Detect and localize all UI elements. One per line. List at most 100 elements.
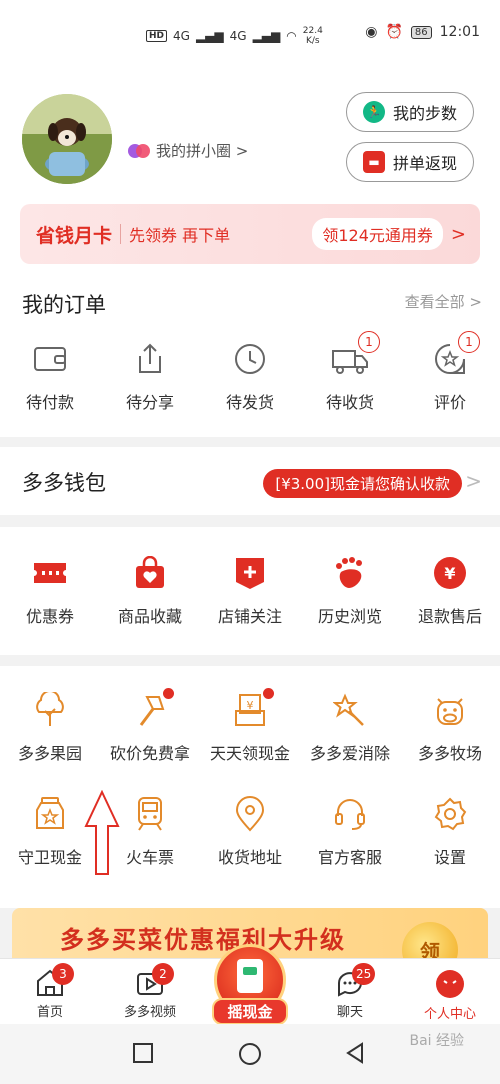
signal-2: 4G — [229, 29, 247, 43]
tab-videos[interactable]: 2 多多视频 — [100, 959, 200, 1024]
view-all-link[interactable]: 查看全部 > — [405, 291, 482, 312]
order-pending-share[interactable]: 待分享 — [100, 339, 200, 413]
wallet-card[interactable]: 多多钱包 [¥3.00]现金请您确认收款 > — [0, 447, 500, 515]
wallet-title: 多多钱包 — [22, 471, 106, 495]
saving-card-subtitle: 先领券 再下单 — [129, 226, 231, 245]
my-steps-button[interactable]: 🏃 我的步数 — [346, 92, 474, 132]
coupon-button[interactable]: 领124元通用券 — [312, 218, 443, 250]
notification-dot — [263, 688, 274, 699]
chevron-right-icon: > — [450, 223, 466, 245]
headset-icon — [330, 794, 370, 834]
tool-bargain[interactable]: 砍价免费拿 — [100, 688, 200, 764]
order-label: 评价 — [433, 393, 466, 412]
wallet-icon — [30, 339, 70, 379]
alarm-icon: ⏰ — [385, 24, 403, 40]
steps-label: 我的步数 — [392, 104, 457, 123]
watermark: Bai 经验 — [409, 1033, 464, 1049]
order-review[interactable]: 1 评价 — [400, 331, 500, 413]
notification-dot — [163, 688, 174, 699]
service-history[interactable]: 历史浏览 — [300, 553, 400, 627]
status-bar: HD 4G ▂▄▆ 4G ▂▄▆ ◠ 22.4 K/s ◉ ⏰ 86 12:01 — [0, 0, 500, 72]
order-pending-ship[interactable]: 待发货 — [200, 339, 300, 413]
status-right: ◉ ⏰ 86 12:01 — [365, 24, 480, 40]
service-label: 优惠券 — [25, 607, 74, 626]
order-label: 待付款 — [25, 393, 74, 412]
cashback-label: 拼单返现 — [392, 154, 457, 173]
tool-match-game[interactable]: 多多爱消除 — [300, 690, 400, 764]
tool-label: 砍价免费拿 — [109, 744, 190, 763]
eye-icon: ◉ — [365, 24, 378, 40]
tab-badge: 2 — [152, 963, 174, 985]
shake-cash-label: 摇现金 — [212, 998, 288, 1025]
gear-icon — [430, 794, 470, 834]
services-row: 优惠券 商品收藏 店铺关注 历史浏览 ¥ 退款售后 — [0, 553, 500, 627]
back-icon[interactable] — [344, 1042, 366, 1064]
tab-profile[interactable]: 个人中心 — [400, 959, 500, 1024]
tool-label: 守卫现金 — [17, 848, 82, 867]
cash-icon: ¥ — [230, 688, 274, 730]
tab-chat[interactable]: 25 聊天 — [300, 959, 400, 1024]
order-pending-receive[interactable]: 1 待收货 — [300, 331, 400, 413]
tool-ranch[interactable]: 多多牧场 — [400, 690, 500, 764]
hd-indicator: HD — [146, 30, 168, 42]
tool-support[interactable]: 官方客服 — [300, 794, 400, 868]
tab-label: 首页 — [36, 1005, 63, 1020]
service-label: 历史浏览 — [317, 607, 382, 626]
tools-row-2: 守卫现金 火车票 收货地址 官方客服 设置 — [0, 794, 500, 868]
tab-badge: 25 — [352, 963, 376, 985]
share-icon — [130, 339, 170, 379]
status-left: HD 4G ▂▄▆ 4G ▂▄▆ ◠ 22.4 K/s — [146, 26, 323, 46]
jar-icon — [30, 794, 70, 834]
orders-card: 我的订单 查看全部 > 待付款 待分享 待发货 1 待收货 1 评价 — [0, 267, 500, 437]
cashback-button[interactable]: ▬ 拼单返现 — [346, 142, 474, 182]
service-coupon[interactable]: 优惠券 — [0, 553, 100, 627]
tab-label: 多多视频 — [123, 1005, 176, 1020]
net-speed: 22.4 K/s — [302, 26, 323, 46]
order-label: 待发货 — [225, 393, 274, 412]
order-status-row: 待付款 待分享 待发货 1 待收货 1 评价 — [0, 331, 500, 413]
home-button-icon[interactable] — [238, 1042, 262, 1066]
tool-address[interactable]: 收货地址 — [200, 794, 300, 868]
profile-header: 我的拼小圈 > 🏃 我的步数 ▬ 拼单返现 省钱月卡 先领券 再下单 领124元… — [0, 72, 500, 267]
saving-card-bar[interactable]: 省钱月卡 先领券 再下单 领124元通用券 > — [20, 204, 480, 264]
train-icon — [130, 794, 170, 834]
clock-time: 12:01 — [439, 24, 480, 40]
tree-icon — [30, 690, 70, 730]
tool-label: 设置 — [433, 848, 466, 867]
order-badge: 1 — [458, 331, 480, 353]
running-icon: 🏃 — [362, 101, 385, 123]
bag-heart-icon — [130, 553, 170, 593]
services-card: 优惠券 商品收藏 店铺关注 历史浏览 ¥ 退款售后 — [0, 527, 500, 655]
tools-card: 多多果园 砍价免费拿 ¥ 天天领现金 多多爱消除 多多牧场 守卫现金 火车票 收… — [0, 666, 500, 908]
tool-daily-cash[interactable]: ¥ 天天领现金 — [200, 688, 300, 764]
avatar[interactable] — [22, 94, 112, 184]
signal-1: 4G — [173, 29, 190, 43]
order-label: 待收货 — [325, 393, 374, 412]
tab-home[interactable]: 3 首页 — [0, 959, 100, 1024]
circle-logo-icon — [128, 143, 150, 159]
tool-orchard[interactable]: 多多果园 — [0, 690, 100, 764]
tools-row-1: 多多果园 砍价免费拿 ¥ 天天领现金 多多爱消除 多多牧场 — [0, 688, 500, 764]
truck-icon: 1 — [330, 331, 380, 379]
wallet-notice-button[interactable]: [¥3.00]现金请您确认收款 — [263, 469, 462, 498]
order-pending-payment[interactable]: 待付款 — [0, 339, 100, 413]
star-wand-icon — [330, 690, 370, 730]
axe-icon — [130, 688, 174, 730]
recent-apps-icon[interactable] — [132, 1042, 154, 1064]
signal-bars-icon-2: ▂▄▆ — [252, 29, 281, 43]
tool-label: 官方客服 — [317, 848, 382, 867]
tool-settings[interactable]: 设置 — [400, 794, 500, 868]
tab-shake-cash[interactable]: 摇现金 — [206, 944, 294, 1025]
signal-bars-icon: ▂▄▆ — [195, 29, 224, 43]
profile-face-icon — [436, 970, 464, 998]
service-label: 店铺关注 — [217, 607, 282, 626]
service-store-follow[interactable]: 店铺关注 — [200, 553, 300, 627]
clock-icon — [230, 339, 270, 379]
pin-circle-link[interactable]: 我的拼小圈 > — [128, 140, 248, 161]
review-icon: 1 — [430, 331, 480, 379]
annotation-arrow-icon — [84, 790, 120, 875]
service-label: 退款售后 — [417, 607, 482, 626]
service-favorites[interactable]: 商品收藏 — [100, 553, 200, 627]
tab-label: 聊天 — [336, 1005, 363, 1020]
service-refund[interactable]: ¥ 退款售后 — [400, 553, 500, 627]
